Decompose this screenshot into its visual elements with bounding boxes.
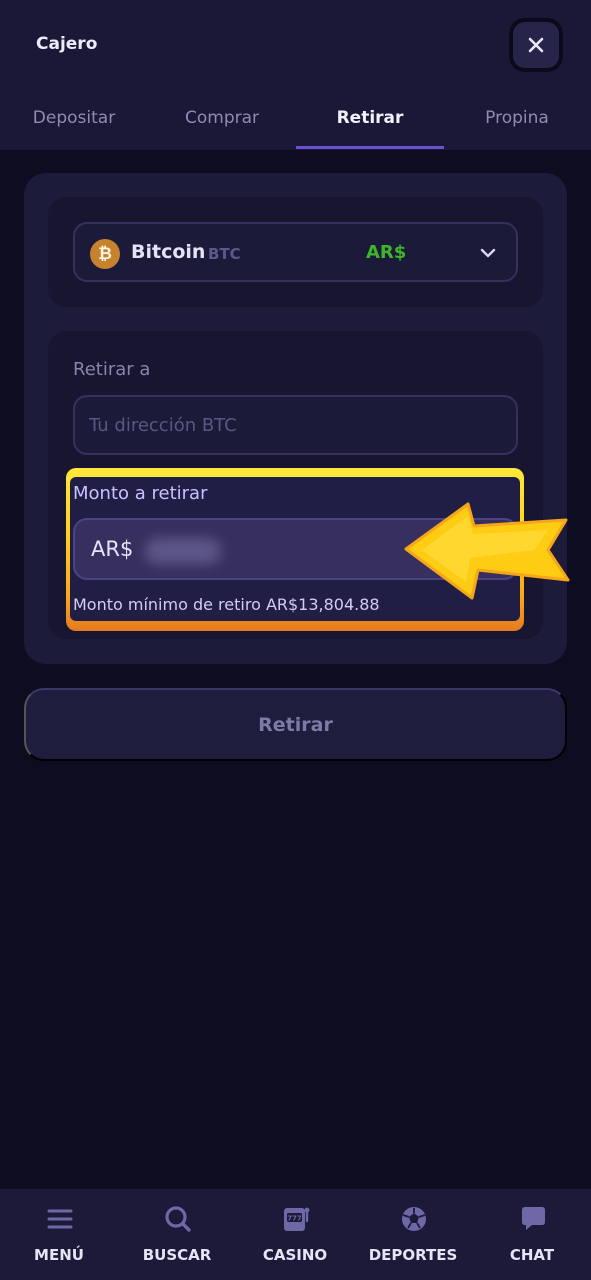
blurred-amount-value: [145, 538, 221, 564]
nav-item-search[interactable]: BUSCAR: [118, 1189, 236, 1280]
cashier-header: Cajero Depositar Comprar Retirar Propina: [0, 0, 591, 150]
menu-icon: [47, 1209, 73, 1229]
withdraw-submit-button[interactable]: Retirar: [24, 688, 567, 761]
tab-comprar[interactable]: Comprar: [148, 108, 296, 128]
tab-retirar[interactable]: Retirar: [296, 108, 444, 128]
currency-section: ₿ Bitcoin BTC AR$: [48, 197, 543, 307]
amount-label: Monto a retirar: [73, 483, 208, 504]
minimum-withdrawal-note: Monto mínimo de retiro AR$13,804.88: [73, 595, 380, 614]
nav-item-sports[interactable]: DEPORTES: [354, 1189, 472, 1280]
close-icon: [528, 37, 544, 53]
currency-selector[interactable]: ₿ Bitcoin BTC AR$: [73, 222, 518, 282]
coin-name: Bitcoin: [131, 241, 206, 263]
pointer-arrow-icon: [404, 502, 570, 600]
svg-text:777: 777: [287, 1215, 302, 1223]
withdraw-to-label: Retirar a: [73, 359, 151, 380]
slot-machine-icon: 777: [284, 1207, 310, 1231]
btc-address-input[interactable]: [73, 395, 518, 455]
bitcoin-icon: ₿: [90, 239, 120, 269]
close-button[interactable]: [509, 18, 563, 72]
nav-label-menu: MENÚ: [34, 1246, 84, 1264]
chat-icon: [522, 1207, 545, 1230]
nav-label-search: BUSCAR: [142, 1246, 212, 1264]
nav-item-chat[interactable]: CHAT: [473, 1189, 591, 1280]
tab-depositar[interactable]: Depositar: [0, 108, 148, 128]
nav-item-menu[interactable]: MENÚ: [0, 1189, 118, 1280]
bottom-navigation: MENÚ BUSCAR 777 CASINO DEPORTES CHAT: [0, 1189, 591, 1280]
soccer-ball-icon: [402, 1207, 426, 1231]
page-title: Cajero: [36, 34, 98, 54]
nav-item-casino[interactable]: 777 CASINO: [236, 1189, 354, 1280]
nav-label-sports: DEPORTES: [368, 1246, 458, 1264]
fiat-currency: AR$: [366, 242, 407, 263]
nav-label-casino: CASINO: [262, 1246, 328, 1264]
search-icon: [165, 1206, 191, 1232]
active-tab-indicator: [296, 146, 444, 149]
nav-label-chat: CHAT: [509, 1246, 555, 1264]
amount-currency-prefix: AR$: [91, 537, 134, 561]
cashier-tabs: Depositar Comprar Retirar Propina: [0, 96, 591, 150]
tab-propina[interactable]: Propina: [443, 108, 591, 128]
chevron-down-icon: [480, 248, 496, 258]
coin-ticker: BTC: [208, 245, 241, 263]
